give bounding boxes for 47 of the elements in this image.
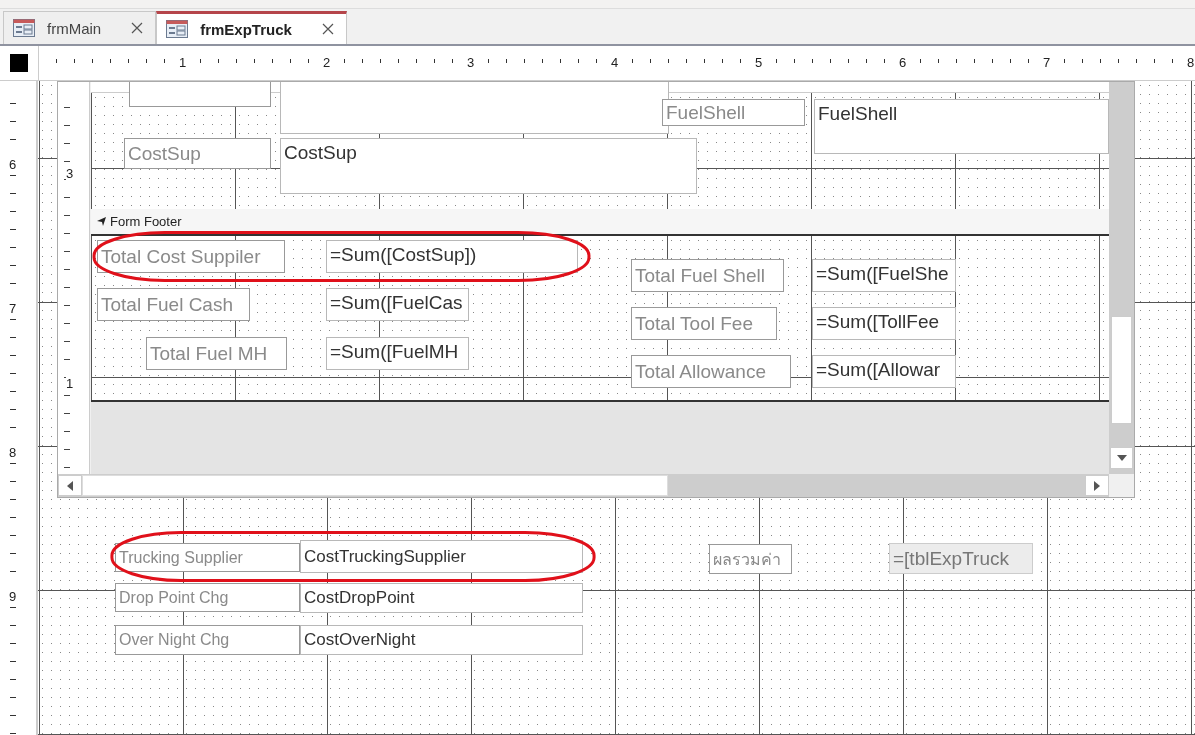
arrow-icon: [97, 216, 107, 227]
text-box[interactable]: =Sum([FuelShe: [812, 259, 956, 292]
horizontal-scrollbar[interactable]: [58, 474, 1109, 497]
text-box[interactable]: CostDropPoint: [300, 583, 583, 613]
label-control[interactable]: FuelShell: [662, 99, 805, 126]
close-icon[interactable]: [321, 23, 334, 35]
text-box[interactable]: =Sum([Allowar: [812, 355, 956, 388]
text-box[interactable]: =Sum([FuelCas: [326, 288, 469, 321]
form-icon: [166, 20, 189, 38]
tab-label: frmExpTruck: [200, 20, 292, 38]
right-arrow-icon[interactable]: [1094, 480, 1100, 491]
down-arrow-icon[interactable]: [1116, 455, 1127, 461]
section-bar[interactable]: Form Footer: [91, 209, 1109, 234]
close-icon[interactable]: [131, 22, 144, 34]
label-control[interactable]: Trucking Supplier: [115, 543, 300, 572]
section-title: Form Footer: [110, 214, 182, 229]
text-box[interactable]: CostOverNight: [300, 625, 583, 655]
ruler-number: 1: [66, 376, 74, 391]
text-box[interactable]: FuelShell: [814, 99, 1109, 154]
document-tab[interactable]: frmExpTruck: [156, 11, 347, 44]
text-box[interactable]: =Sum([TollFee: [812, 307, 956, 340]
ruler-number: 8: [9, 445, 17, 460]
ruler-number: 9: [9, 589, 17, 604]
ruler-number: 7: [9, 301, 17, 316]
document-tab[interactable]: frmMain: [3, 11, 157, 44]
ruler-number: 6: [898, 55, 908, 70]
ruler-number: 3: [466, 55, 476, 70]
label-control[interactable]: [129, 82, 271, 107]
ruler-number: 6: [9, 157, 17, 172]
ruler-number: 2: [322, 55, 332, 70]
scroll-thumb[interactable]: [82, 475, 668, 496]
left-arrow-icon[interactable]: [67, 480, 73, 491]
ruler-number: 7: [1042, 55, 1052, 70]
form-icon: [13, 19, 35, 37]
text-box[interactable]: =Sum([CostSup]): [326, 240, 578, 273]
scroll-thumb[interactable]: [1111, 316, 1132, 424]
ruler-number: 3: [66, 166, 74, 181]
ruler-number: 4: [610, 55, 620, 70]
ruler-number: 5: [754, 55, 764, 70]
ruler-number: 1: [178, 55, 188, 70]
text-box[interactable]: CostTruckingSupplier: [300, 540, 583, 573]
text-box[interactable]: =Sum([FuelMH: [326, 337, 469, 370]
tab-label: frmMain: [47, 19, 102, 37]
subform-control[interactable]: [57, 81, 1135, 498]
text-box[interactable]: CostSup: [280, 138, 697, 194]
ruler-number: 8: [1186, 55, 1195, 70]
vertical-scrollbar[interactable]: [1109, 82, 1134, 474]
